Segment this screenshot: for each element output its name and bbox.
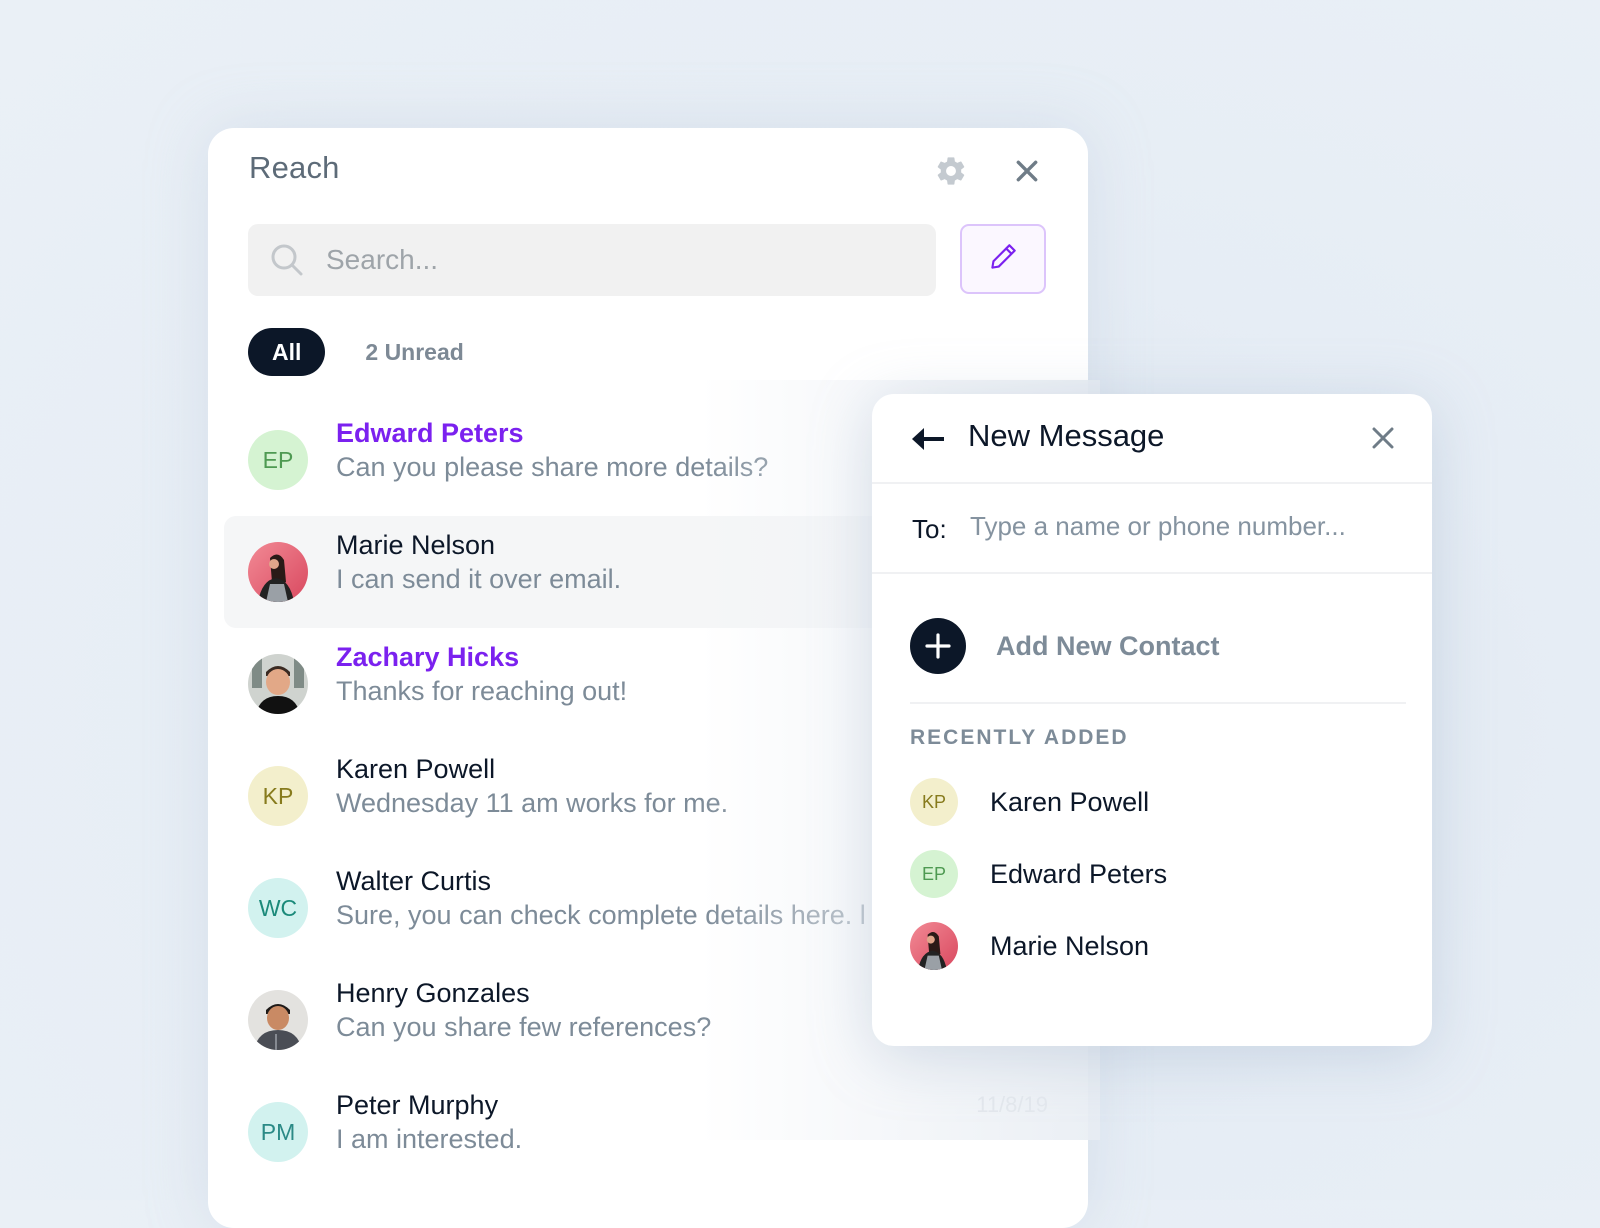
- add-new-contact-button[interactable]: Add New Contact: [910, 618, 1220, 674]
- message-preview: Thanks for reaching out!: [336, 676, 628, 706]
- conversation-item[interactable]: PM Peter Murphy I am interested. 11/8/19: [224, 1076, 1088, 1188]
- contact-name: Walter Curtis: [336, 866, 492, 896]
- contact-name: Edward Peters: [990, 858, 1168, 889]
- timestamp: 11/8/19: [976, 1092, 1048, 1117]
- avatar: KP: [910, 778, 958, 826]
- filter-tabs: All 2 Unread: [248, 328, 464, 376]
- avatar: EP: [248, 430, 308, 490]
- filter-unread-tab[interactable]: 2 Unread: [365, 339, 463, 366]
- divider: [910, 702, 1406, 704]
- to-row: To:: [872, 484, 1432, 574]
- recent-contact-item[interactable]: Marie Nelson: [910, 922, 1149, 970]
- message-preview: Can you please share more details?: [336, 452, 769, 482]
- contact-name: Marie Nelson: [336, 530, 496, 560]
- message-preview: Can you share few references?: [336, 1012, 712, 1042]
- recent-contact-item[interactable]: KP Karen Powell: [910, 778, 1149, 826]
- plus-icon: [910, 618, 966, 674]
- filter-all-tab[interactable]: All: [248, 328, 326, 376]
- contact-name: Karen Powell: [336, 754, 496, 784]
- close-icon[interactable]: [1372, 427, 1394, 449]
- close-icon[interactable]: [1014, 158, 1040, 184]
- contact-name: Henry Gonzales: [336, 978, 530, 1008]
- avatar: PM: [248, 1102, 308, 1162]
- new-message-dialog: New Message To: Add New Contact RECENTLY…: [872, 394, 1432, 1046]
- avatar: [248, 654, 308, 714]
- search-input[interactable]: [324, 243, 888, 277]
- compose-button[interactable]: [960, 224, 1046, 294]
- avatar: [910, 922, 958, 970]
- contact-name: Edward Peters: [336, 418, 524, 448]
- avatar: [248, 542, 308, 602]
- avatar: [248, 990, 308, 1050]
- avatar: KP: [248, 766, 308, 826]
- add-new-contact-label: Add New Contact: [996, 630, 1220, 661]
- avatar-initials: KP: [262, 782, 294, 809]
- contact-name: Zachary Hicks: [336, 642, 520, 672]
- gear-icon[interactable]: [934, 154, 968, 188]
- to-label: To:: [912, 514, 947, 544]
- new-message-header: New Message: [872, 394, 1432, 484]
- contact-name: Karen Powell: [990, 786, 1150, 817]
- recipient-input[interactable]: [968, 510, 1392, 543]
- avatar-initials: WC: [258, 894, 298, 921]
- recently-added-heading: RECENTLY ADDED: [910, 726, 1129, 749]
- avatar-initials: EP: [921, 863, 946, 884]
- avatar: WC: [248, 878, 308, 938]
- pencil-icon: [986, 240, 1020, 279]
- recent-contact-item[interactable]: EP Edward Peters: [910, 850, 1167, 898]
- search-box: [248, 224, 936, 296]
- message-preview: Sure, you can check complete details her…: [336, 900, 866, 930]
- contact-name: Marie Nelson: [990, 930, 1150, 961]
- message-preview: Wednesday 11 am works for me.: [336, 788, 729, 818]
- app-title: Reach: [249, 150, 340, 185]
- new-message-title: New Message: [968, 418, 1165, 453]
- message-preview: I can send it over email.: [336, 564, 622, 594]
- avatar: EP: [910, 850, 958, 898]
- contact-name: Peter Murphy: [336, 1090, 499, 1120]
- avatar-initials: KP: [921, 791, 946, 812]
- message-preview: I am interested.: [336, 1124, 523, 1154]
- arrow-left-icon[interactable]: [910, 424, 946, 454]
- avatar-initials: PM: [260, 1118, 296, 1145]
- search-icon: [270, 243, 304, 277]
- avatar-initials: EP: [262, 446, 294, 473]
